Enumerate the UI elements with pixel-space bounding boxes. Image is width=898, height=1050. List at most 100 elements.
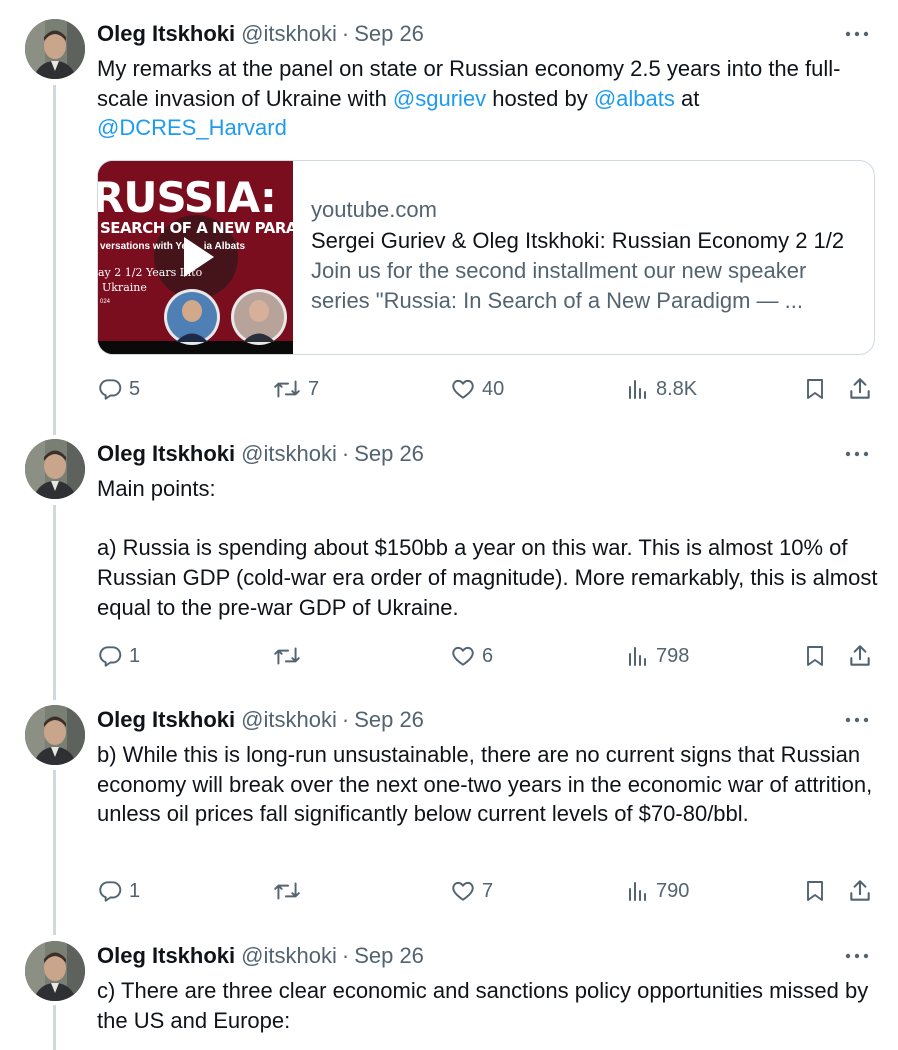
reply-icon	[99, 881, 122, 902]
avatar[interactable]	[25, 941, 85, 1001]
thumbnail-headline: RUSSIA:	[98, 173, 277, 222]
thread-line	[53, 770, 56, 935]
retweet-icon	[274, 380, 300, 398]
views-button[interactable]: 8.8K	[626, 374, 697, 404]
retweet-button[interactable]: 7	[272, 374, 319, 404]
share-button[interactable]	[847, 374, 873, 404]
retweet-button[interactable]	[272, 641, 308, 671]
reply-button[interactable]: 5	[97, 374, 140, 404]
tweet-date[interactable]: Sep 26	[354, 707, 424, 733]
reply-button[interactable]: 1	[97, 641, 140, 671]
tweet-date[interactable]: Sep 26	[354, 943, 424, 969]
tweet-date[interactable]: Sep 26	[354, 441, 424, 467]
card-description-line: Join us for the second installment our n…	[311, 258, 807, 283]
tweet-actions: 1 7 790	[97, 876, 877, 906]
tweet-text: Main points: a) Russia is spending about…	[97, 476, 878, 620]
author-name[interactable]: Oleg Itskhoki	[97, 21, 235, 47]
views-button[interactable]: 790	[626, 876, 689, 906]
share-icon	[850, 880, 870, 901]
author-name[interactable]: Oleg Itskhoki	[97, 943, 235, 969]
retweet-icon	[274, 647, 300, 665]
like-count: 7	[482, 879, 494, 902]
text-segment: at	[674, 85, 700, 111]
author-handle[interactable]: @itskhoki	[241, 441, 337, 467]
card-description-line: series "Russia: In Search of a New Parad…	[311, 288, 804, 313]
card-body: youtube.com Sergei Guriev & Oleg Itskhok…	[293, 161, 864, 354]
avatar[interactable]	[25, 705, 85, 765]
tweet-actions: 1 6 798	[97, 641, 877, 671]
like-count: 40	[482, 377, 505, 400]
author-name[interactable]: Oleg Itskhoki	[97, 707, 235, 733]
tweet-text: b) While this is long-run unsustainable,…	[97, 742, 873, 827]
separator: ·	[341, 441, 350, 466]
share-button[interactable]	[847, 876, 873, 906]
reply-icon	[99, 379, 122, 400]
reply-count: 1	[129, 879, 141, 902]
mention-link[interactable]: @albats	[594, 86, 675, 111]
views-count: 790	[656, 879, 690, 902]
more-icon[interactable]	[842, 705, 872, 735]
views-button[interactable]: 798	[626, 641, 689, 671]
more-icon[interactable]	[842, 941, 872, 971]
reply-count: 5	[129, 377, 141, 400]
like-button[interactable]: 6	[450, 641, 493, 671]
retweet-button[interactable]	[272, 876, 308, 906]
card-domain: youtube.com	[311, 197, 437, 222]
bookmark-icon	[807, 379, 823, 399]
bookmark-button[interactable]	[803, 641, 827, 671]
author-handle[interactable]: @itskhoki	[241, 707, 337, 733]
share-icon	[850, 645, 870, 666]
mention-link[interactable]: @sguriev	[393, 86, 486, 111]
bookmark-button[interactable]	[803, 876, 827, 906]
heart-icon	[452, 881, 474, 901]
card-description: Join us for the second installment our n…	[311, 256, 844, 316]
reply-button[interactable]: 1	[97, 876, 140, 906]
views-count: 8.8K	[656, 377, 698, 400]
bookmark-icon	[807, 646, 823, 666]
thumbnail-line: ay 2 1/2 Years Into	[98, 266, 203, 279]
bookmark-icon	[807, 881, 823, 901]
views-icon	[629, 882, 646, 901]
tweet-text: My remarks at the panel on state or Russ…	[97, 54, 887, 143]
tweet-text: c) There are three clear economic and sa…	[97, 978, 869, 1033]
author-handle[interactable]: @itskhoki	[241, 943, 337, 969]
tweet-actions: 5 7 40 8.8K	[97, 374, 877, 404]
separator: ·	[341, 943, 350, 968]
views-count: 798	[656, 644, 690, 667]
like-button[interactable]: 7	[450, 876, 493, 906]
text-segment: hosted by	[486, 85, 594, 111]
more-icon[interactable]	[842, 439, 872, 469]
thumbnail-line: versations with Yev ia Albats	[100, 241, 246, 252]
tweet-header: Oleg Itskhoki @itskhoki · Sep 26	[97, 941, 424, 971]
author-name[interactable]: Oleg Itskhoki	[97, 441, 235, 467]
separator: ·	[341, 21, 350, 46]
thumbnail-subtitle: SEARCH OF A NEW PARADIGM	[100, 219, 293, 237]
tweet-header: Oleg Itskhoki @itskhoki · Sep 26	[97, 705, 424, 735]
separator: ·	[341, 707, 350, 732]
reply-icon	[99, 646, 122, 667]
avatar[interactable]	[25, 19, 85, 79]
reply-count: 1	[129, 644, 141, 667]
thread-line	[53, 505, 56, 700]
tweet-date[interactable]: Sep 26	[354, 21, 424, 47]
thumbnail-line: Ukraine	[102, 281, 147, 294]
thread-line	[53, 1005, 56, 1050]
like-count: 6	[482, 644, 494, 667]
tweet-header: Oleg Itskhoki @itskhoki · Sep 26	[97, 439, 424, 469]
author-handle[interactable]: @itskhoki	[241, 21, 337, 47]
more-icon[interactable]	[842, 19, 872, 49]
heart-icon	[452, 379, 474, 399]
views-icon	[629, 647, 646, 666]
link-card[interactable]: RUSSIA: SEARCH OF A NEW PARADIGM versati…	[97, 160, 875, 355]
thumbnail-line: 024	[100, 299, 111, 305]
mention-link[interactable]: @DCRES_Harvard	[97, 115, 287, 140]
tweet-header: Oleg Itskhoki @itskhoki · Sep 26	[97, 19, 424, 49]
avatar[interactable]	[25, 439, 85, 499]
thread-line	[53, 85, 56, 435]
card-title: Sergei Guriev & Oleg Itskhoki: Russian E…	[311, 228, 845, 253]
bookmark-button[interactable]	[803, 374, 827, 404]
heart-icon	[452, 646, 474, 666]
like-button[interactable]: 40	[450, 374, 504, 404]
video-thumbnail[interactable]: RUSSIA: SEARCH OF A NEW PARADIGM versati…	[98, 161, 293, 354]
share-button[interactable]	[847, 641, 873, 671]
